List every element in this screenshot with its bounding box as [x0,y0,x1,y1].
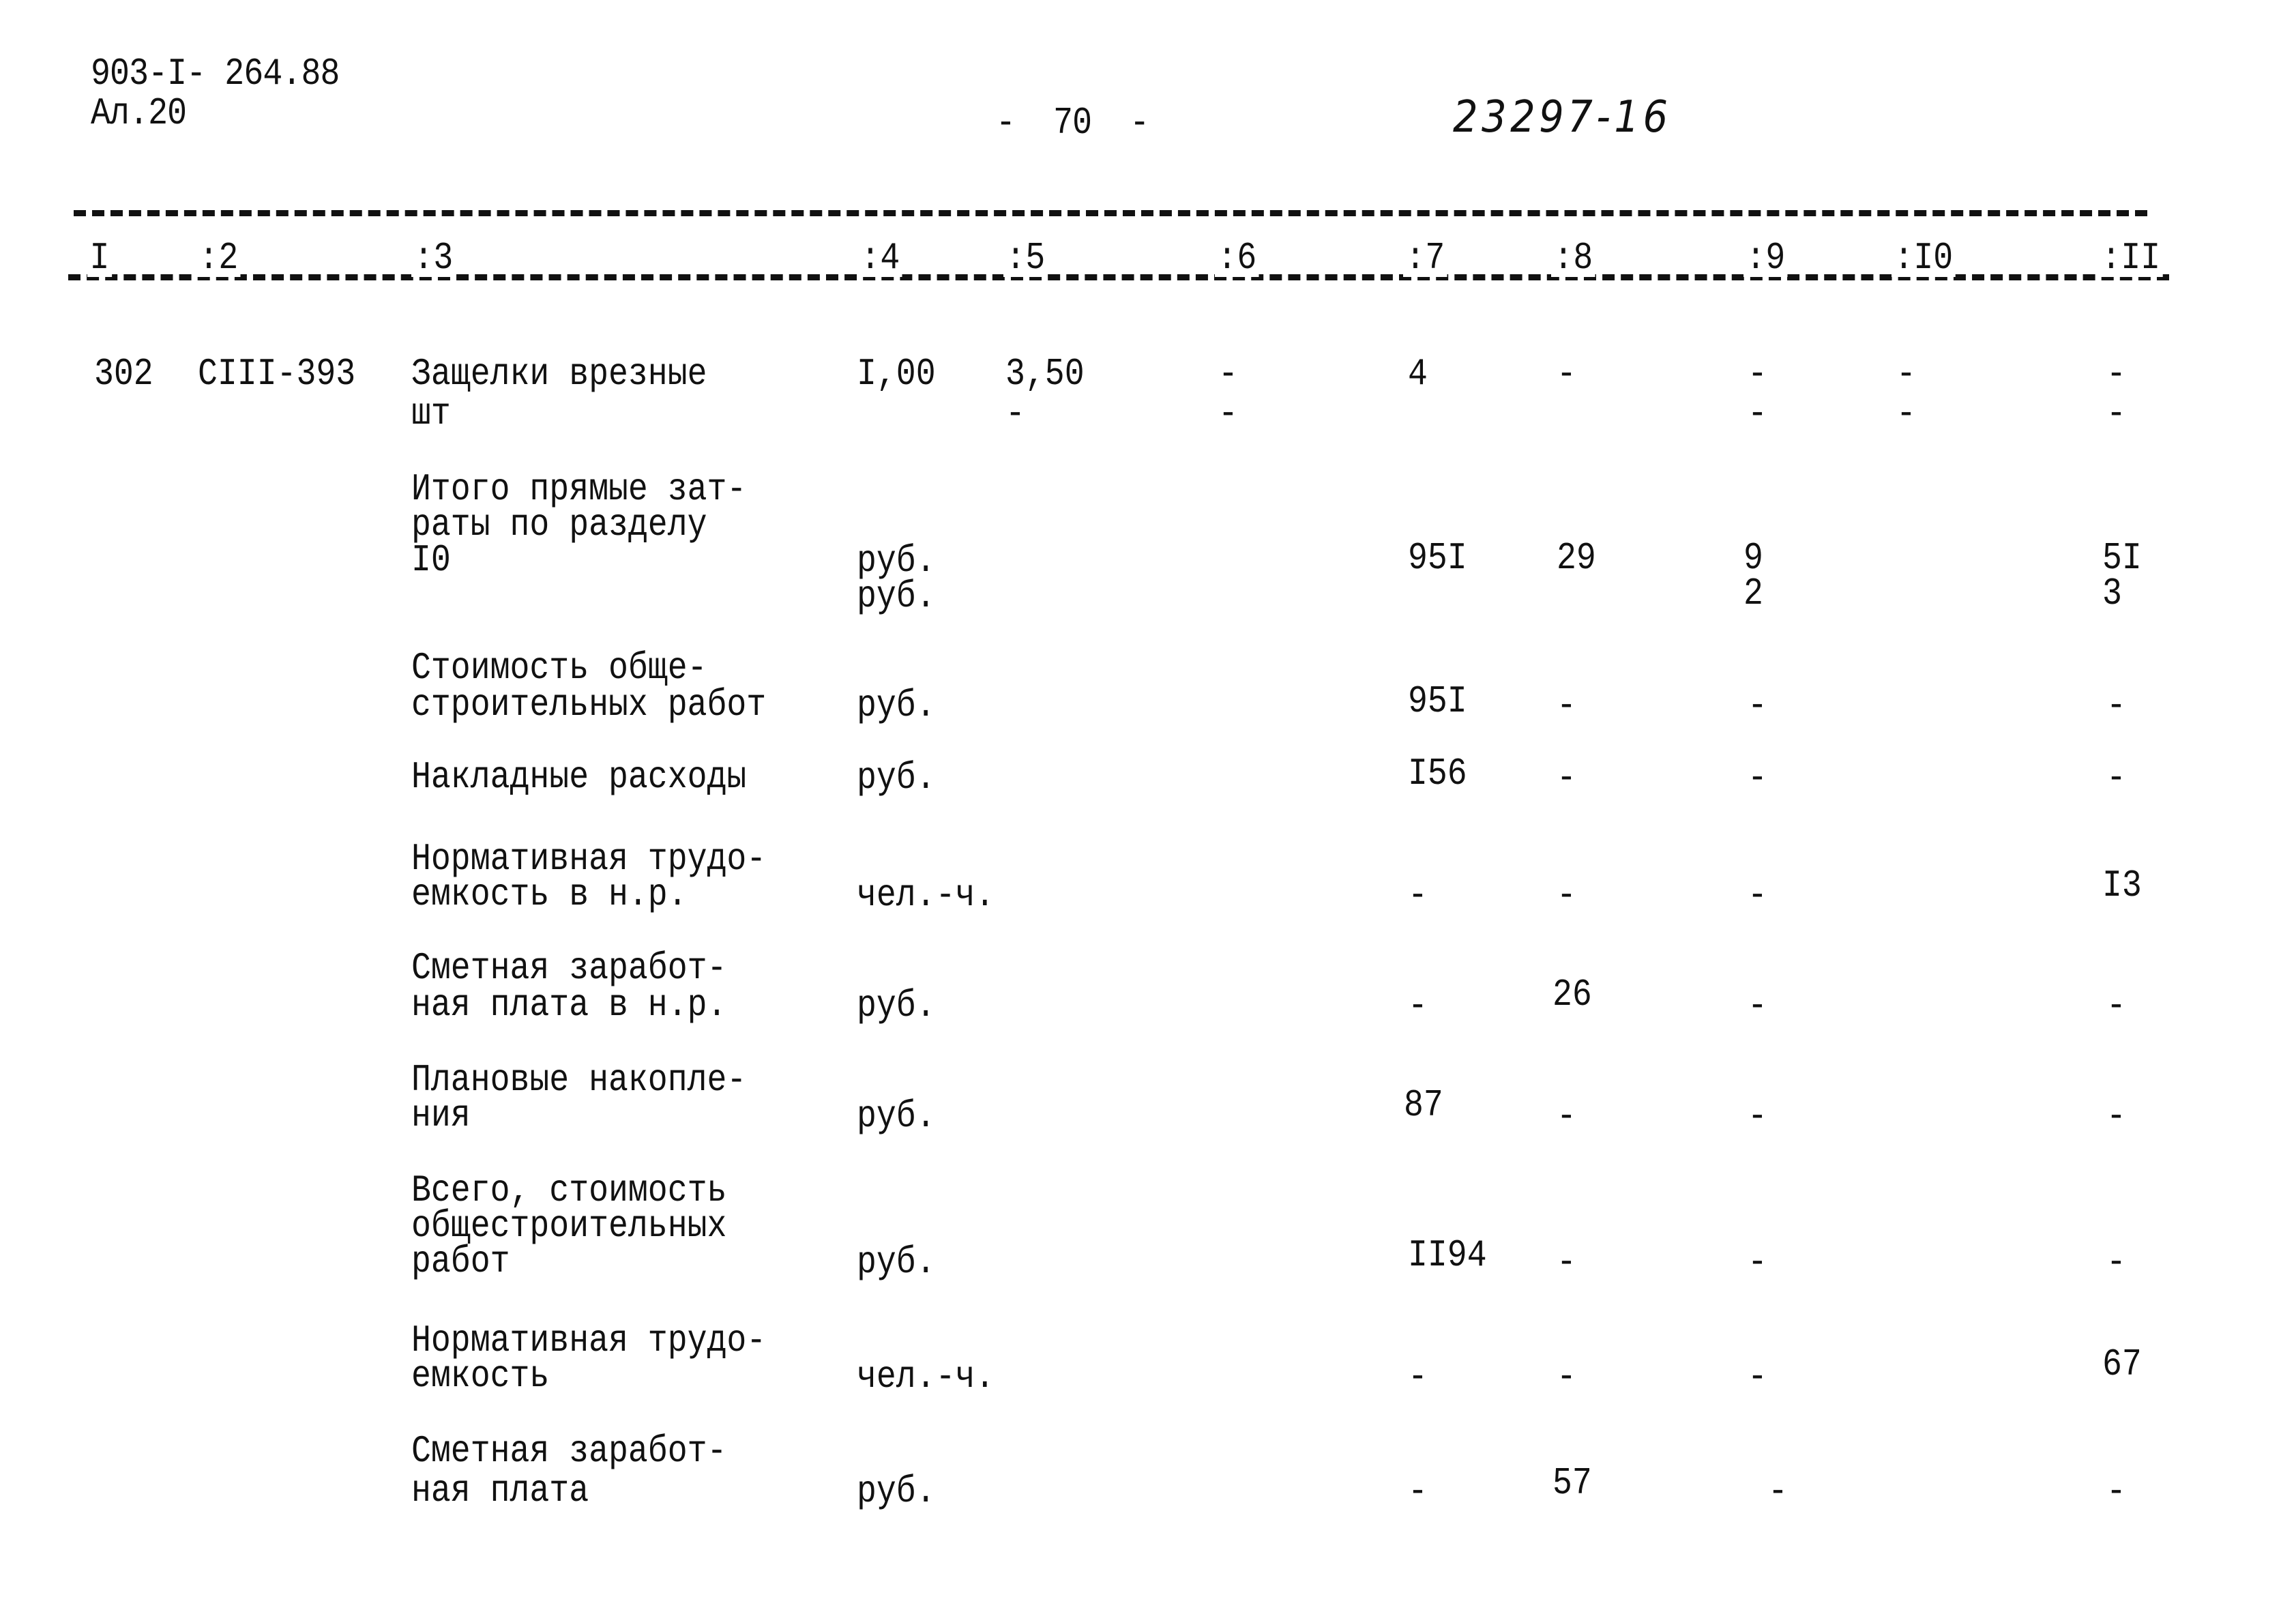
row-label-line: емкость [411,1354,550,1398]
row-c11: - [2106,1240,2126,1284]
album-number: Ал.20 [91,91,187,135]
row-c7: II94 [1408,1233,1487,1277]
row-label-line: раты по разделу [411,503,707,546]
column-header-underline [68,274,2169,280]
row-c8: - [1557,1240,1576,1284]
row-label-line: Нормативная трудо- [411,837,767,881]
row-label-line: работ [411,1240,510,1283]
row-unit: чел.-ч. [857,1355,995,1398]
column-header-2: :2 [196,239,241,277]
row-c9: - [1768,1469,1788,1513]
row-c11: - [2106,1469,2126,1513]
item-code: СIII-393 [198,352,356,396]
row-unit: руб. [857,1469,936,1513]
item-c8: - [1557,352,1576,396]
column-header-8: :8 [1551,239,1595,277]
column-header-7: :7 [1403,239,1447,277]
row-label-line: ния [411,1094,471,1137]
row-c8: - [1557,873,1576,917]
column-header-5: :5 [1003,239,1048,277]
row-c11: I3 [2102,864,2142,907]
row-label-line: I0 [411,538,451,582]
row-label-line: строительных работ [411,683,767,727]
row-c7: I56 [1408,752,1467,795]
row-c11: - [2106,756,2126,800]
row-unit: руб. [857,684,936,727]
item-quantity: I,00 [857,352,936,396]
row-c9: - [1748,984,1767,1027]
document-code: 903-I- 264.88 [91,52,340,96]
row-label-line: Итого прямые зат- [411,467,747,511]
row-unit: руб. [857,756,936,800]
column-header-9: :9 [1743,239,1788,277]
column-header-1: I [87,239,112,277]
row-unit: чел.-ч. [857,873,995,917]
row-label-line: Всего, стоимость [411,1169,727,1212]
item-unit: шт [411,392,451,435]
row-unit: руб. [857,1094,936,1138]
row-c7: - [1408,1469,1428,1513]
item-c9-top: - [1748,352,1767,396]
row-c9: - [1748,1240,1767,1284]
row-c11: 3 [2102,572,2122,615]
row-label-line: общестроительных [411,1204,727,1248]
column-header-3: :3 [411,239,456,277]
item-c10-bottom: - [1896,392,1916,435]
row-label-line: Стоимость обще- [411,646,707,690]
row-label-line: ная плата [411,1469,589,1512]
row-c9: - [1748,1094,1767,1138]
row-c7: - [1408,984,1428,1027]
row-label-line: емкость в н.р. [411,873,688,916]
row-c7: 87 [1404,1083,1443,1127]
row-unit: руб. [857,574,936,618]
item-total-cost: 4 [1408,352,1428,396]
row-c8: - [1557,1355,1576,1398]
row-c9: - [1748,756,1767,800]
row-c11: 67 [2102,1343,2142,1386]
row-c8: 29 [1557,536,1596,580]
row-label-line: Накладные расходы [411,755,747,799]
column-header-11: :II [2099,239,2163,277]
row-c9: - [1748,1355,1767,1398]
row-c7: 95I [1408,536,1467,580]
column-header-4: :4 [858,239,902,277]
row-c9: - [1748,873,1767,917]
item-number: 302 [94,352,153,396]
row-label-line: ная плата в н.р. [411,983,727,1027]
handwritten-inventory-number: 23297-16 [1453,92,1672,143]
item-c11-bottom: - [2106,392,2126,435]
row-c9: - [1748,684,1767,727]
row-c8: 26 [1552,973,1592,1016]
row-label-line: Сметная заработ- [411,1429,727,1473]
row-label-line: Сметная заработ- [411,946,727,990]
row-unit: руб. [857,1240,936,1284]
item-c9-bottom: - [1748,392,1767,435]
row-unit: руб. [857,984,936,1027]
row-c8: - [1557,756,1576,800]
column-header-10: :I0 [1892,239,1956,277]
row-c7: 95I [1408,679,1467,723]
row-c8: 57 [1552,1461,1592,1505]
table-top-divider [74,210,2147,216]
item-c5-bottom: - [1005,392,1025,435]
item-c6-top: - [1218,352,1238,396]
item-c11-top: - [2106,352,2126,396]
row-c7: - [1408,1355,1428,1398]
row-c11: - [2106,684,2126,727]
row-c8: - [1557,684,1576,727]
item-unit-price: 3,50 [1005,352,1085,396]
item-c10-top: - [1896,352,1916,396]
page-number: - 70 - [996,101,1149,145]
row-c11: - [2106,984,2126,1027]
row-c7: - [1408,873,1428,917]
row-c9: 2 [1743,572,1763,615]
item-c6-bottom: - [1218,392,1238,435]
item-name: Защелки врезные [411,352,707,396]
row-label-line: Плановые накопле- [411,1058,747,1102]
row-c8: - [1557,1094,1576,1138]
column-header-6: :6 [1215,239,1259,277]
row-c11: - [2106,1094,2126,1138]
row-label-line: Нормативная трудо- [411,1319,767,1362]
